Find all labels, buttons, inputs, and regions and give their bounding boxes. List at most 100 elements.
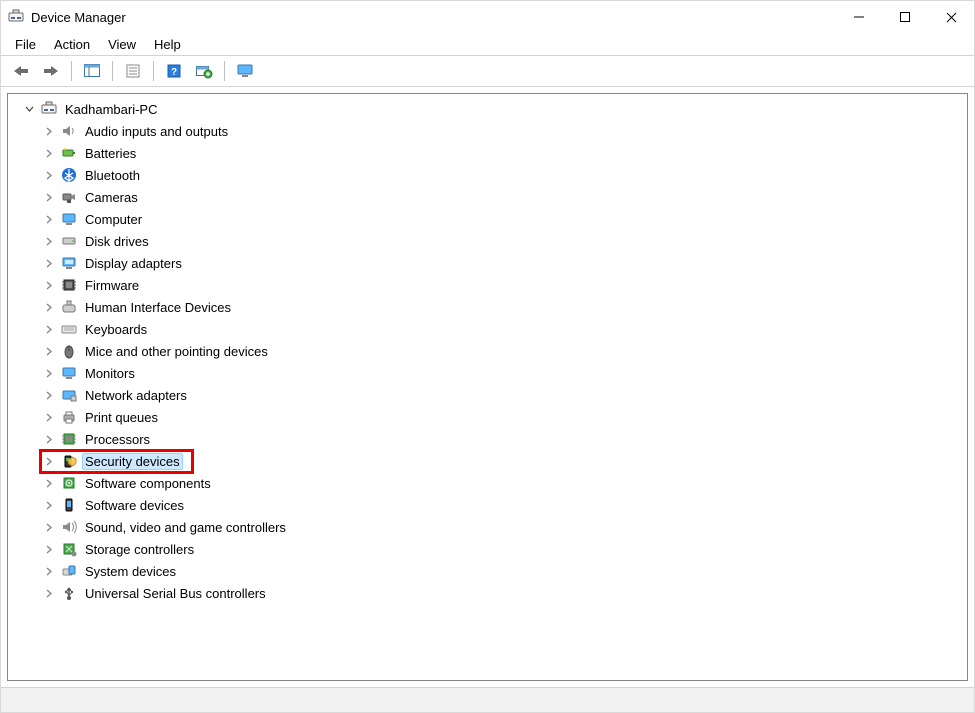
tree-item-network[interactable]: Network adapters <box>12 384 965 406</box>
tree-item-sound[interactable]: Sound, video and game controllers <box>12 516 965 538</box>
toolbar-show-hide-tree-button[interactable] <box>78 58 106 84</box>
toolbar-monitor-button[interactable] <box>231 58 259 84</box>
menu-view[interactable]: View <box>100 35 144 54</box>
tree-item-label: Software components <box>82 475 214 492</box>
chevron-right-icon[interactable] <box>42 124 56 138</box>
chevron-right-icon[interactable] <box>42 212 56 226</box>
tree-item-software-device[interactable]: Software devices <box>12 494 965 516</box>
svg-text:?: ? <box>171 67 177 78</box>
chevron-right-icon[interactable] <box>42 410 56 424</box>
minimize-button[interactable] <box>836 1 882 33</box>
chevron-right-icon[interactable] <box>42 476 56 490</box>
tree-item-speaker[interactable]: Audio inputs and outputs <box>12 120 965 142</box>
menubar: File Action View Help <box>1 33 974 55</box>
toolbar-back-button[interactable] <box>7 58 35 84</box>
window-controls <box>836 1 974 33</box>
maximize-button[interactable] <box>882 1 928 33</box>
tree-item-label: Print queues <box>82 409 161 426</box>
chevron-right-icon[interactable] <box>42 432 56 446</box>
tree-item-label: Audio inputs and outputs <box>82 123 231 140</box>
tree-item-label: Mice and other pointing devices <box>82 343 271 360</box>
tree-item-bluetooth[interactable]: Bluetooth <box>12 164 965 186</box>
keyboard-icon <box>60 320 78 338</box>
tree-item-printer[interactable]: Print queues <box>12 406 965 428</box>
tree-item-hid[interactable]: Human Interface Devices <box>12 296 965 318</box>
chevron-right-icon[interactable] <box>42 542 56 556</box>
chevron-right-icon[interactable] <box>42 454 56 468</box>
tree-item-disk[interactable]: Disk drives <box>12 230 965 252</box>
toolbar-separator <box>112 61 113 81</box>
window-title: Device Manager <box>31 10 126 25</box>
status-bar <box>1 687 974 712</box>
device-tree-panel[interactable]: Kadhambari-PC Audio inputs and outputs Ba… <box>7 93 968 681</box>
titlebar: Device Manager <box>1 1 974 33</box>
tree-item-label: Storage controllers <box>82 541 197 558</box>
tree-item-system[interactable]: System devices <box>12 560 965 582</box>
tree-item-label: Human Interface Devices <box>82 299 234 316</box>
battery-icon <box>60 144 78 162</box>
chevron-right-icon[interactable] <box>42 234 56 248</box>
tree-item-label: Security devices <box>82 453 183 470</box>
tree-item-security[interactable]: Security devices <box>12 450 965 472</box>
chevron-right-icon[interactable] <box>42 278 56 292</box>
computer-icon <box>60 210 78 228</box>
tree-item-label: Network adapters <box>82 387 190 404</box>
tree-item-label: Display adapters <box>82 255 185 272</box>
menu-file[interactable]: File <box>7 35 44 54</box>
chevron-right-icon[interactable] <box>42 300 56 314</box>
toolbar-help-button[interactable]: ? <box>160 58 188 84</box>
chevron-right-icon[interactable] <box>42 256 56 270</box>
firmware-icon <box>60 276 78 294</box>
tree-item-label: Universal Serial Bus controllers <box>82 585 269 602</box>
tree-item-display-adapter[interactable]: Display adapters <box>12 252 965 274</box>
tree-item-label: System devices <box>82 563 179 580</box>
chevron-right-icon[interactable] <box>42 388 56 402</box>
tree-item-keyboard[interactable]: Keyboards <box>12 318 965 340</box>
security-icon <box>60 452 78 470</box>
tree-item-computer[interactable]: Computer <box>12 208 965 230</box>
tree-root-node[interactable]: Kadhambari-PC <box>12 98 965 120</box>
tree-item-battery[interactable]: Batteries <box>12 142 965 164</box>
toolbar-forward-button[interactable] <box>37 58 65 84</box>
tree-item-label: Keyboards <box>82 321 150 338</box>
tree-item-mouse[interactable]: Mice and other pointing devices <box>12 340 965 362</box>
tree-item-usb[interactable]: Universal Serial Bus controllers <box>12 582 965 604</box>
tree-item-software-component[interactable]: Software components <box>12 472 965 494</box>
device-manager-window: Device Manager File Action View Help <box>0 0 975 713</box>
chevron-right-icon[interactable] <box>42 344 56 358</box>
hid-icon <box>60 298 78 316</box>
toolbar-separator <box>71 61 72 81</box>
tree-item-label: Bluetooth <box>82 167 143 184</box>
chevron-right-icon[interactable] <box>42 586 56 600</box>
menu-action[interactable]: Action <box>46 35 98 54</box>
storage-icon <box>60 540 78 558</box>
tree-item-label: Cameras <box>82 189 141 206</box>
toolbar-scan-button[interactable] <box>190 58 218 84</box>
tree-item-label: Firmware <box>82 277 142 294</box>
chevron-right-icon[interactable] <box>42 366 56 380</box>
tree-item-processor[interactable]: Processors <box>12 428 965 450</box>
chevron-right-icon[interactable] <box>42 146 56 160</box>
processor-icon <box>60 430 78 448</box>
tree-item-camera[interactable]: Cameras <box>12 186 965 208</box>
chevron-right-icon[interactable] <box>42 520 56 534</box>
chevron-down-icon[interactable] <box>22 102 36 116</box>
chevron-right-icon[interactable] <box>42 322 56 336</box>
network-icon <box>60 386 78 404</box>
tree-item-label: Processors <box>82 431 153 448</box>
bluetooth-icon <box>60 166 78 184</box>
menu-help[interactable]: Help <box>146 35 189 54</box>
usb-icon <box>60 584 78 602</box>
tree-item-label: Batteries <box>82 145 139 162</box>
tree-item-storage[interactable]: Storage controllers <box>12 538 965 560</box>
tree-item-firmware[interactable]: Firmware <box>12 274 965 296</box>
chevron-right-icon[interactable] <box>42 168 56 182</box>
chevron-right-icon[interactable] <box>42 498 56 512</box>
chevron-right-icon[interactable] <box>42 564 56 578</box>
close-button[interactable] <box>928 1 974 33</box>
toolbar-properties-button[interactable] <box>119 58 147 84</box>
chevron-right-icon[interactable] <box>42 190 56 204</box>
tree-item-label: Computer <box>82 211 145 228</box>
toolbar: ? <box>1 56 974 87</box>
tree-item-monitor[interactable]: Monitors <box>12 362 965 384</box>
